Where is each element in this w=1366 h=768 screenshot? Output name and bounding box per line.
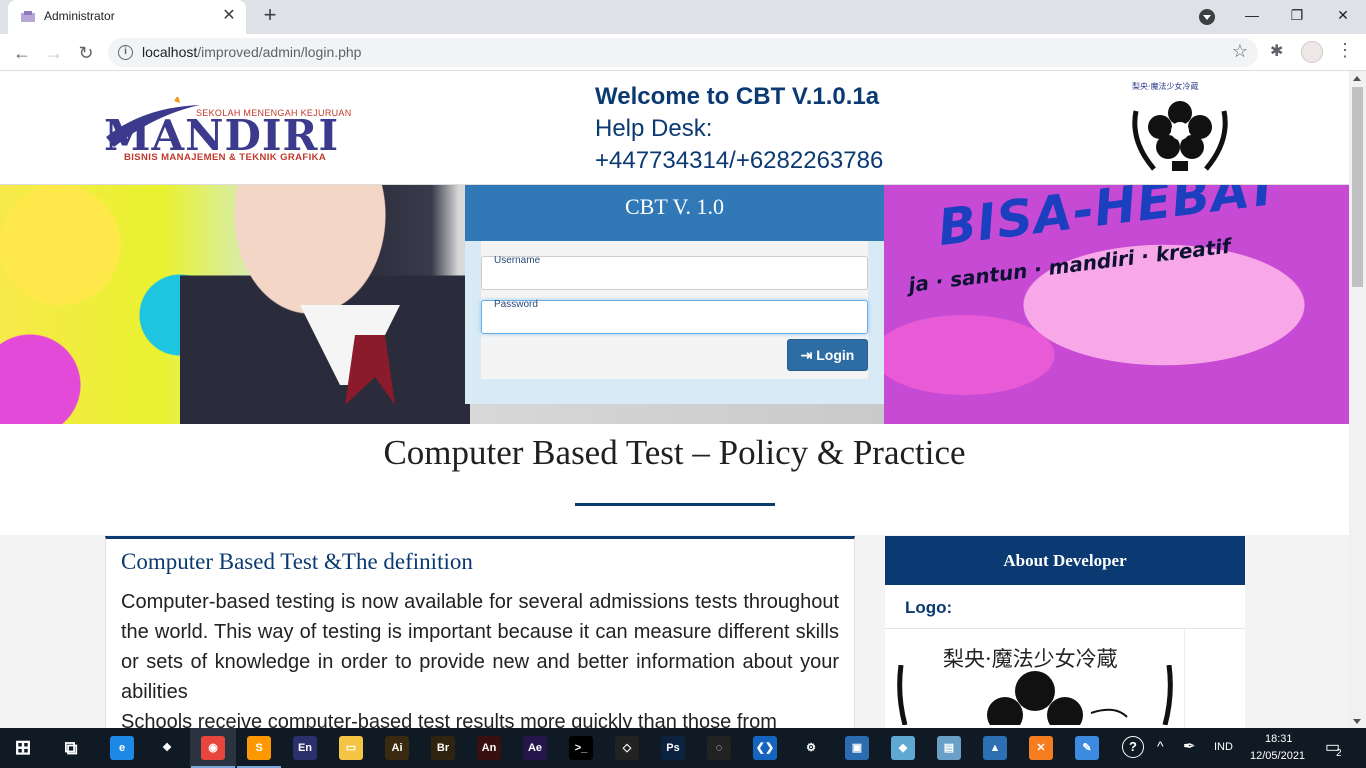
page-scrollbar[interactable] <box>1349 71 1366 728</box>
taskbar-app3-icon[interactable]: ▤ <box>937 736 961 760</box>
welcome-block: Welcome to CBT V.1.0.1a Help Desk: +4477… <box>595 81 883 177</box>
tab-close-icon[interactable]: ✕ <box>220 7 238 25</box>
definition-card: Computer Based Test &The definition Comp… <box>105 536 855 728</box>
bookmark-star-icon[interactable]: ☆ <box>1232 41 1248 62</box>
logo-label: Logo: <box>905 598 953 617</box>
tab-search-icon[interactable] <box>1199 9 1215 25</box>
taskbar-xampp-icon[interactable]: ✕ <box>1029 736 1053 760</box>
login-panel: CBT V. 1.0 Username Password ⇥ Login <box>465 185 884 404</box>
helpdesk-phone: +447734314/+6282263786 <box>595 147 884 174</box>
hero-student-image <box>180 185 470 424</box>
taskbar-photoshop-icon[interactable]: Ps <box>661 736 685 760</box>
url-host: localhost <box>142 44 198 60</box>
help-icon[interactable]: ? <box>1122 736 1144 758</box>
hero-paint-splash <box>0 185 210 424</box>
taskbar-after-effects-icon[interactable]: Ae <box>523 736 547 760</box>
login-icon: ⇥ <box>800 347 813 363</box>
taskbar-paint-icon[interactable]: ✎ <box>1075 736 1099 760</box>
start-icon[interactable]: ⊞ <box>11 736 35 760</box>
tray-expand-icon[interactable]: ^ <box>1157 738 1164 754</box>
definition-paragraph: Computer-based testing is now available … <box>121 591 839 703</box>
password-label: Password <box>494 299 538 310</box>
tab-title: Administrator <box>44 9 115 23</box>
site-header: SEKOLAH MENENGAH KEJURUAN MANDIRI BISNIS… <box>0 71 1349 185</box>
welcome-title: Welcome to CBT V.1.0.1a <box>595 83 880 110</box>
page-viewport: SEKOLAH MENENGAH KEJURUAN MANDIRI BISNIS… <box>0 71 1349 728</box>
taskbar-photos-icon[interactable]: ▲ <box>983 736 1007 760</box>
site-info-icon[interactable]: i <box>118 45 133 60</box>
title-divider <box>575 503 775 506</box>
taskbar-edge-icon[interactable]: e <box>110 736 134 760</box>
address-bar[interactable]: i localhost/improved/admin/login.php ☆ <box>108 38 1258 67</box>
definition-title: Computer Based Test &The definition <box>121 549 473 574</box>
taskbar-line-icon[interactable]: ◌ <box>707 736 731 760</box>
taskbar-app1-icon[interactable]: ▣ <box>845 736 869 760</box>
notification-count: 2 <box>1336 748 1342 759</box>
username-field[interactable]: Username <box>481 255 868 290</box>
clock-time[interactable]: 18:31 <box>1265 733 1293 745</box>
back-button[interactable]: ← <box>8 39 36 67</box>
login-button[interactable]: ⇥ Login <box>787 339 868 371</box>
clock-date[interactable]: 12/05/2021 <box>1250 750 1305 762</box>
taskbar-illustrator-icon[interactable]: Ai <box>385 736 409 760</box>
login-button-label: Login <box>816 347 855 363</box>
task-view-icon[interactable]: ⧉ <box>59 736 83 760</box>
site-favicon-icon <box>21 11 35 22</box>
taskbar-bridge-icon[interactable]: Br <box>431 736 455 760</box>
url-path: /improved/admin/login.php <box>197 44 362 60</box>
tab-strip: Administrator ✕ + — ❐ ✕ <box>0 0 1366 34</box>
logo-subtitle: BISNIS MANAJEMEN & TEKNIK GRAFIKA <box>124 152 327 163</box>
taskbar-explorer-icon[interactable]: ▭ <box>339 736 363 760</box>
input-language[interactable]: IND <box>1214 741 1233 753</box>
taskbar-unity-icon[interactable]: ◇ <box>615 736 639 760</box>
about-logo-image: 梨央·魔法少女冷蔵 <box>885 629 1185 728</box>
window-minimize-button[interactable]: — <box>1229 0 1275 32</box>
login-title: CBT V. 1.0 <box>465 185 884 241</box>
forward-button[interactable]: → <box>40 39 68 67</box>
login-form: Username Password ⇥ Login <box>481 241 868 379</box>
pen-icon[interactable]: ✒ <box>1183 737 1196 755</box>
taskbar-animate-icon[interactable]: An <box>477 736 501 760</box>
taskbar-terminal-icon[interactable]: >_ <box>569 736 593 760</box>
definition-paragraph: Schools receive computer-based test resu… <box>121 711 777 728</box>
window-close-button[interactable]: ✕ <box>1320 0 1366 32</box>
toolbar: ← → ↻ i localhost/improved/admin/login.p… <box>0 34 1366 71</box>
taskbar-chrome-icon[interactable]: ◉ <box>201 736 225 760</box>
profile-avatar[interactable] <box>1301 41 1323 63</box>
url-text: localhost/improved/admin/login.php <box>142 44 361 60</box>
taskbar-settings-icon[interactable]: ⚙ <box>799 736 823 760</box>
scroll-up-icon[interactable] <box>1353 76 1361 81</box>
password-field[interactable]: Password <box>481 299 868 334</box>
browser-tab[interactable]: Administrator ✕ <box>8 0 246 34</box>
helpdesk-label: Help Desk: <box>595 115 713 142</box>
definition-text: Computer-based testing is now available … <box>121 587 839 728</box>
sakura-crest-icon <box>1132 101 1228 171</box>
extensions-icon[interactable]: ✱ <box>1270 41 1283 61</box>
taskbar-app2-icon[interactable]: ◆ <box>891 736 915 760</box>
developer-logo: 梨央·魔法少女冷蔵 <box>1126 79 1232 177</box>
taskbar-dropbox-icon[interactable]: ❖ <box>155 736 179 760</box>
about-developer-panel: Logo: 梨央·魔法少女冷蔵 <box>885 585 1245 728</box>
about-developer-header: About Developer <box>885 536 1245 585</box>
scroll-down-icon[interactable] <box>1353 719 1361 724</box>
taskbar-encore-icon[interactable]: En <box>293 736 317 760</box>
browser-menu-icon[interactable]: ⋮ <box>1336 40 1354 61</box>
policy-title: Computer Based Test – Policy & Practice <box>383 433 966 472</box>
windows-taskbar: ⊞ ⧉ e ❖ ◉ S En ▭ Ai Br An Ae >_ ◇ Ps ◌ ❮❯ ⚙ ▣ ◆ ▤ ▲ ✕ ✎ ? ^ ✒… <box>0 728 1366 768</box>
taskbar-vscode-icon[interactable]: ❮❯ <box>753 736 777 760</box>
taskbar-sublime-icon[interactable]: S <box>247 736 271 760</box>
policy-section: Computer Based Test – Policy & Practice <box>0 433 1349 535</box>
new-tab-button[interactable]: + <box>258 4 282 28</box>
username-label: Username <box>494 255 541 266</box>
reload-button[interactable]: ↻ <box>72 39 100 67</box>
about-crest-icon <box>897 665 1173 725</box>
window-maximize-button[interactable]: ❐ <box>1274 0 1320 32</box>
scroll-thumb[interactable] <box>1352 87 1363 287</box>
